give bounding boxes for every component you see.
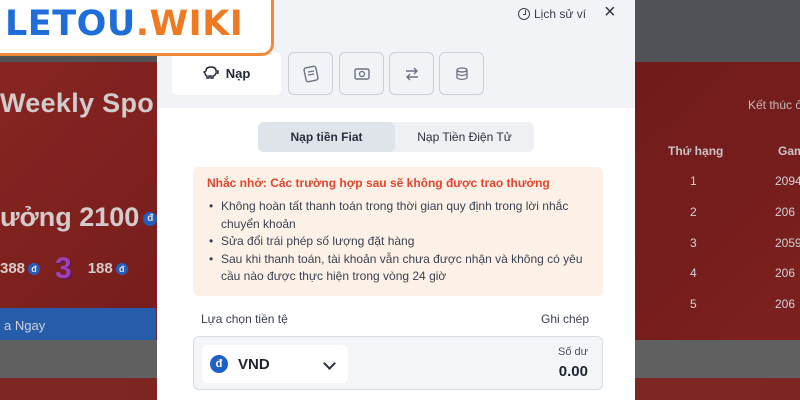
currency-label: Lựa chọn tiền tệ [201, 312, 288, 326]
note-label: Ghi chép [541, 312, 590, 326]
balance-label: Số dư [558, 346, 588, 358]
tab-coins[interactable] [439, 52, 484, 95]
notice-item: Không hoàn tất thanh toán trong thời gia… [207, 198, 591, 233]
segment-fiat[interactable]: Nạp tiền Fiat [258, 122, 395, 152]
tab-deposit-label: Nạp [225, 66, 251, 81]
currency-box: đ VND Số dư 0.00 [193, 336, 603, 390]
chevron-down-icon [323, 357, 336, 370]
balance-value: 0.00 [558, 363, 588, 380]
tab-transfer[interactable] [389, 52, 434, 95]
segment-crypto[interactable]: Nạp Tiền Điện Tử [395, 122, 534, 152]
notice-title: Nhắc nhở: Các trường hợp sau sẽ không đư… [207, 176, 550, 190]
currency-selected-value: VND [238, 355, 270, 373]
coins-icon [455, 66, 468, 80]
notice-item: Sửa đổi trái phép số lượng đặt hàng [207, 233, 591, 251]
currency-select[interactable]: đ VND [202, 345, 348, 383]
wallet-history-label: Lịch sử ví [534, 7, 587, 21]
reminder-notice: Nhắc nhở: Các trường hợp sau sẽ không đư… [193, 167, 603, 296]
logo-part-2: .WIKI [135, 4, 244, 44]
tab-cash[interactable] [339, 52, 384, 95]
logo-part-1: LETOU [5, 4, 136, 44]
notice-item: Sau khi thanh toán, tài khoản vẫn chưa đ… [207, 251, 591, 286]
site-logo: LETOU.WIKI [0, 0, 274, 56]
wallet-history-link[interactable]: Lịch sử ví [518, 7, 586, 21]
notice-list: Không hoàn tất thanh toán trong thời gia… [207, 198, 591, 286]
piggy-bank-icon [202, 65, 219, 82]
close-icon[interactable]: × [604, 2, 616, 22]
cash-icon [353, 67, 370, 80]
logo-text: LETOU.WIKI [5, 4, 243, 44]
deposit-type-switch: Nạp tiền Fiat Nạp Tiền Điện Tử [258, 122, 534, 152]
deposit-modal: Lịch sử ví × Nạp Nạp tiền Fiat Nạp Tiền … [157, 0, 635, 400]
voucher-icon [302, 65, 319, 82]
vnd-currency-icon: đ [210, 355, 228, 373]
history-icon [518, 8, 530, 20]
transfer-icon [405, 67, 418, 80]
tab-voucher[interactable] [288, 52, 333, 95]
tab-deposit[interactable]: Nạp [172, 52, 281, 95]
